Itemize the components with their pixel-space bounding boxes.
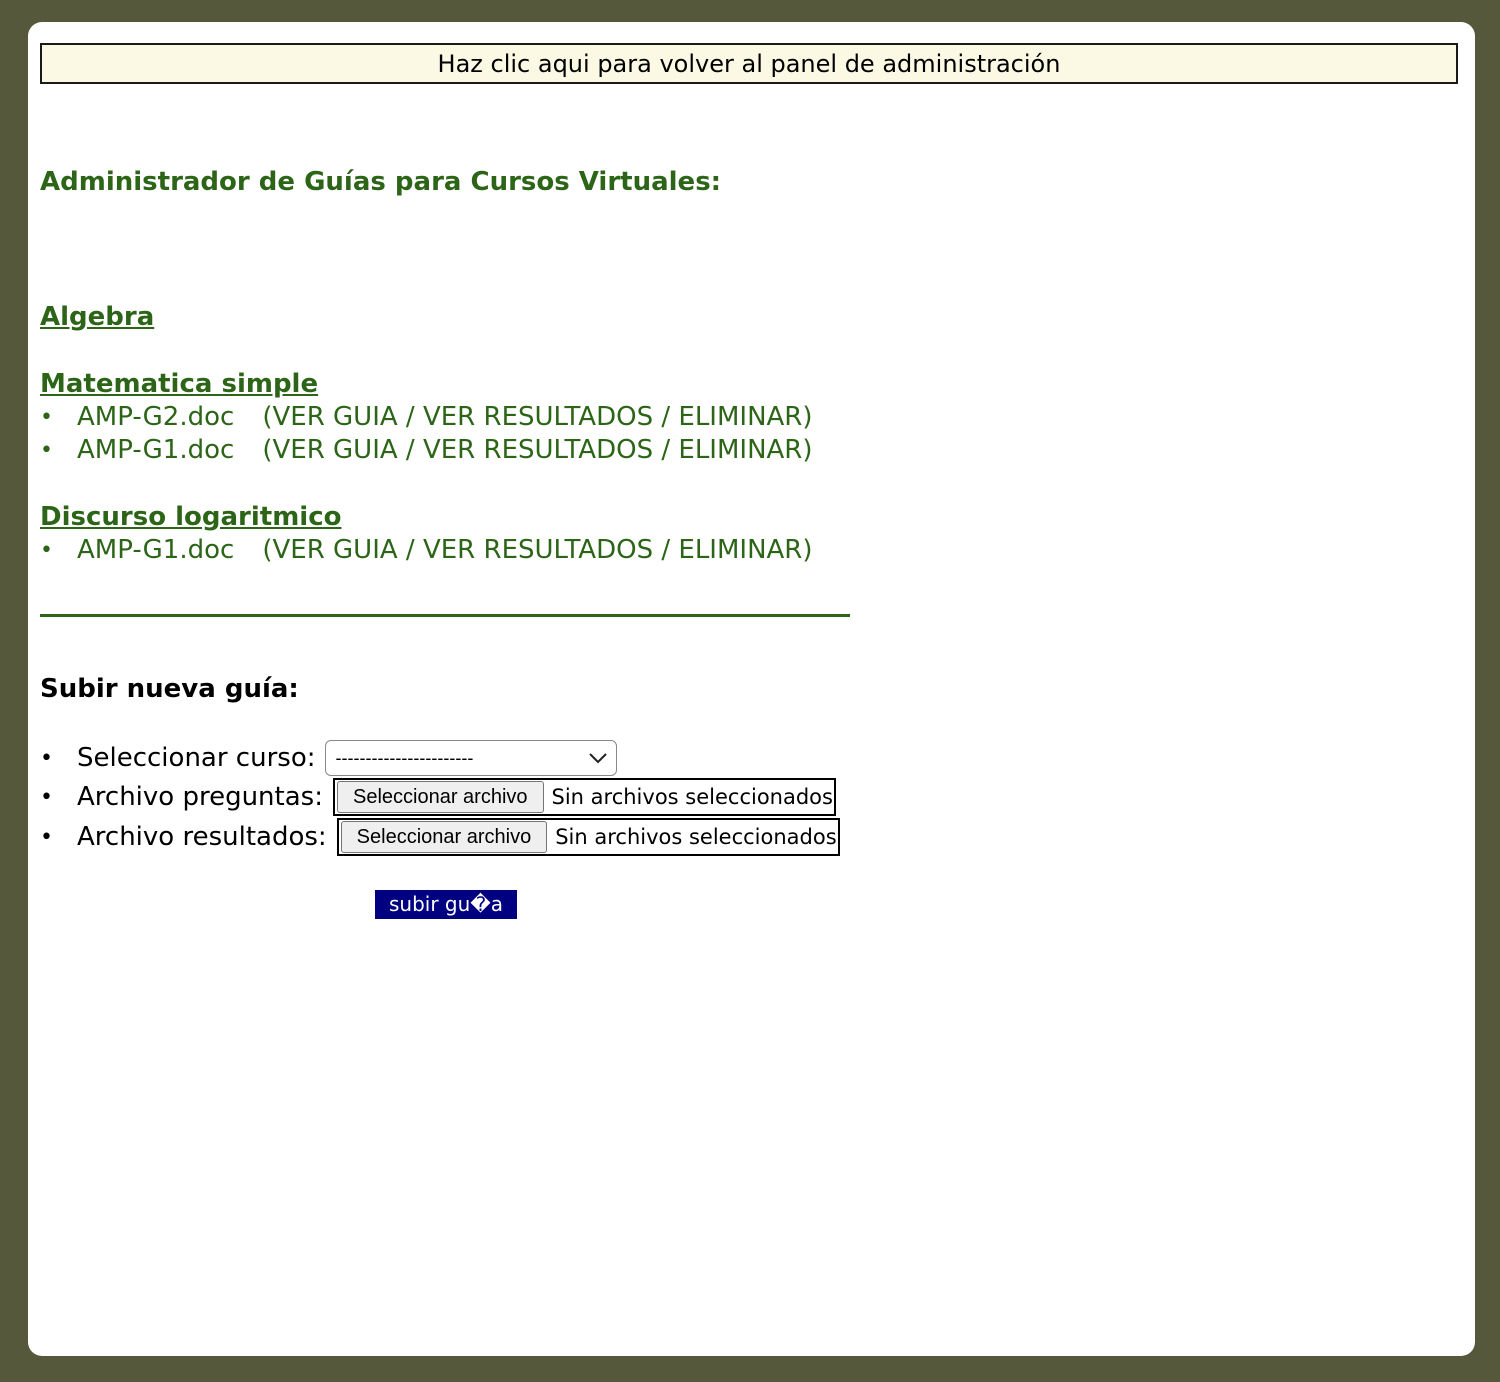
course-select[interactable]: -----------------------: [325, 740, 618, 776]
course-select-row: • Seleccionar curso: -------------------…: [40, 739, 618, 777]
paren-close: ): [802, 535, 813, 565]
questions-file-row: • Archivo preguntas: Seleccionar archivo…: [40, 778, 836, 816]
divider: [40, 614, 850, 617]
course-section: Algebra: [40, 300, 860, 334]
course-section: Discurso logaritmico • AMP-G1.doc (VER GU…: [40, 500, 860, 567]
questions-file-input[interactable]: Seleccionar archivo Sin archivos selecci…: [332, 778, 836, 816]
view-results-link[interactable]: VER RESULTADOS: [423, 402, 653, 432]
results-file-label: Archivo resultados:: [77, 822, 327, 852]
separator: /: [653, 535, 679, 565]
separator: /: [397, 435, 423, 465]
guide-item: • AMP-G1.doc (VER GUIA / VER RESULTADOS /…: [40, 434, 860, 467]
delete-guide-link[interactable]: ELIMINAR: [678, 535, 802, 565]
guide-item: • AMP-G1.doc (VER GUIA / VER RESULTADOS /…: [40, 534, 860, 567]
paren-close: ): [802, 435, 813, 465]
upload-section-title: Subir nueva guía:: [40, 674, 299, 704]
upload-guide-button[interactable]: subir gu�a: [375, 890, 517, 919]
delete-guide-link[interactable]: ELIMINAR: [678, 435, 802, 465]
guide-list: • AMP-G2.doc (VER GUIA / VER RESULTADOS /…: [40, 401, 860, 467]
view-guide-link[interactable]: VER GUIA: [272, 402, 397, 432]
delete-guide-link[interactable]: ELIMINAR: [678, 402, 802, 432]
chevron-down-icon: [588, 752, 608, 764]
course-link-discurso-logaritmico[interactable]: Discurso logaritmico: [40, 500, 341, 534]
bullet: •: [40, 405, 53, 430]
view-guide-link[interactable]: VER GUIA: [272, 535, 397, 565]
guide-item: • AMP-G2.doc (VER GUIA / VER RESULTADOS /…: [40, 401, 860, 434]
bullet: •: [40, 824, 53, 850]
guide-filename: AMP-G2.doc: [77, 402, 235, 432]
paren-open: (: [262, 435, 273, 465]
separator: /: [397, 535, 423, 565]
course-link-matematica-simple[interactable]: Matematica simple: [40, 367, 318, 401]
guide-filename: AMP-G1.doc: [77, 535, 235, 565]
guide-filename: AMP-G1.doc: [77, 435, 235, 465]
course-select-label: Seleccionar curso:: [77, 743, 316, 773]
paren-open: (: [262, 535, 273, 565]
separator: /: [653, 402, 679, 432]
page-panel: Haz clic aqui para volver al panel de ad…: [28, 22, 1475, 1356]
questions-file-button[interactable]: Seleccionar archivo: [336, 781, 544, 813]
guide-list: • AMP-G1.doc (VER GUIA / VER RESULTADOS /…: [40, 534, 860, 567]
bullet: •: [40, 745, 53, 771]
page-title: Administrador de Guías para Cursos Virtu…: [40, 167, 722, 197]
view-results-link[interactable]: VER RESULTADOS: [423, 535, 653, 565]
questions-file-label: Archivo preguntas:: [77, 782, 323, 812]
course-select-value: -----------------------: [335, 747, 474, 768]
bullet: •: [40, 538, 53, 563]
results-file-status: Sin archivos seleccionados: [555, 825, 837, 849]
bullet: •: [40, 784, 53, 810]
results-file-button[interactable]: Seleccionar archivo: [340, 821, 548, 853]
paren-close: ): [802, 402, 813, 432]
questions-file-status: Sin archivos seleccionados: [551, 785, 833, 809]
paren-open: (: [262, 402, 273, 432]
results-file-input[interactable]: Seleccionar archivo Sin archivos selecci…: [336, 818, 840, 856]
results-file-row: • Archivo resultados: Seleccionar archiv…: [40, 818, 840, 856]
course-list: Algebra Matematica simple • AMP-G2.doc (V…: [40, 300, 860, 600]
course-section: Matematica simple • AMP-G2.doc (VER GUIA …: [40, 367, 860, 467]
view-guide-link[interactable]: VER GUIA: [272, 435, 397, 465]
view-results-link[interactable]: VER RESULTADOS: [423, 435, 653, 465]
back-to-admin-link[interactable]: Haz clic aqui para volver al panel de ad…: [40, 43, 1458, 84]
separator: /: [653, 435, 679, 465]
bullet: •: [40, 438, 53, 463]
course-link-algebra[interactable]: Algebra: [40, 300, 154, 334]
separator: /: [397, 402, 423, 432]
